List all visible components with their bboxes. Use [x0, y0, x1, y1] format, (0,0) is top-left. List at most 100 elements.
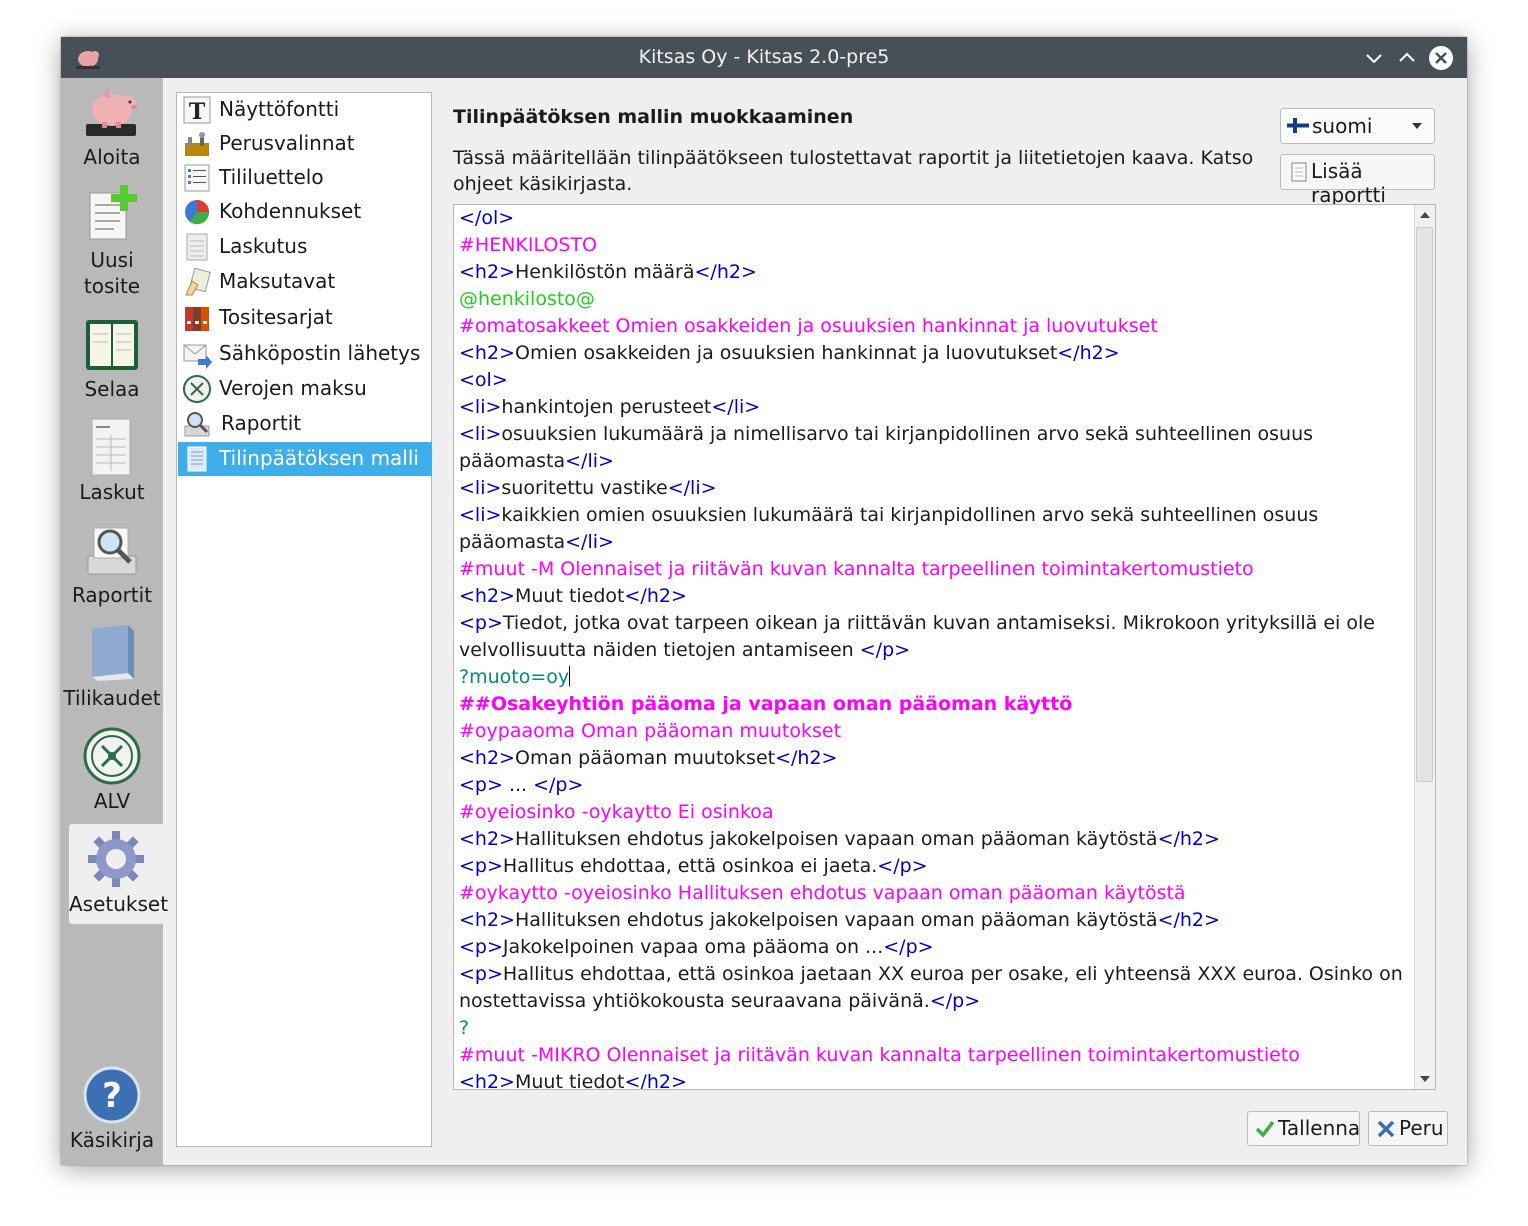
scroll-up-icon[interactable] [1418, 208, 1432, 222]
sidebar-item-alv[interactable]: ALV [61, 724, 163, 814]
editor-text[interactable]: </ol> #HENKILOSTO <h2>Henkilöstön määrä</h… [459, 205, 1409, 1090]
sidebar-item-label: Raportit [71, 583, 153, 607]
editor-line[interactable]: <h2>Muut tiedot</h2> [459, 583, 1409, 610]
sidebar-item-label: Asetukset [69, 892, 169, 916]
editor-line[interactable]: #omatosakkeet Omien osakkeiden ja osuuks… [459, 313, 1409, 340]
editor-line[interactable]: ?muoto=oy [459, 664, 1409, 691]
editor-line[interactable]: <h2>Oman pääoman muutokset</h2> [459, 745, 1409, 772]
editor-token: <p> [459, 774, 503, 796]
editor-line[interactable]: <li>suoritettu vastike</li> [459, 475, 1409, 502]
editor-token: <li> [459, 396, 502, 418]
editor-token: suoritettu vastike [501, 477, 668, 499]
language-select[interactable]: suomi [1280, 108, 1435, 144]
minimize-button[interactable] [1361, 45, 1387, 71]
template-editor[interactable]: </ol> #HENKILOSTO <h2>Henkilöstön määrä</h… [453, 204, 1436, 1090]
editor-line[interactable]: <li>kaikkien omien osuuksien lukumäärä t… [459, 502, 1409, 556]
sidebar-item-kasikirja[interactable]: ? Käsikirja [61, 1063, 163, 1153]
sidebar-item-uusi-tosite[interactable]: Uusi tosite [61, 183, 163, 299]
list-icon [184, 164, 210, 192]
editor-token: Jakokelpoinen vapaa oma pääoma on ... [502, 936, 884, 958]
settings-item-verojen-maksu[interactable]: Verojen maksu [178, 372, 432, 406]
editor-line[interactable]: #oyeiosinko -oykaytto Ei osinkoa [459, 799, 1409, 826]
settings-item-tilinpaatoksen-malli[interactable]: Tilinpäätöksen malli [178, 442, 432, 476]
document-icon [187, 446, 207, 472]
scrollbar-thumb[interactable] [1416, 227, 1433, 782]
editor-line[interactable]: <p>Hallitus ehdottaa, että osinkoa jaeta… [459, 961, 1409, 1015]
sidebar-item-selaa[interactable]: Selaa [61, 312, 163, 402]
sidebar-item-label: Laskut [79, 480, 145, 504]
editor-line[interactable]: ##Osakeyhtiön pääoma ja vapaan oman pääo… [459, 691, 1409, 718]
gear-icon [88, 831, 144, 887]
document-icon [1291, 162, 1307, 182]
editor-line[interactable]: ? [459, 1015, 1409, 1042]
language-value: suomi [1312, 114, 1373, 138]
sidebar-item-tilikaudet[interactable]: Tilikaudet [61, 621, 163, 711]
vertical-scrollbar[interactable] [1414, 205, 1435, 1089]
editor-line[interactable]: #oypaaoma Oman pääoman muutokset [459, 718, 1409, 745]
editor-line[interactable]: <li>hankintojen perusteet</li> [459, 394, 1409, 421]
sidebar-item-raportit[interactable]: Raportit [61, 518, 163, 608]
editor-line[interactable]: #oykaytto -oyeiosinko Hallituksen ehdotu… [459, 880, 1409, 907]
editor-line[interactable]: #muut -M Olennaiset ja riitävän kuvan ka… [459, 556, 1409, 583]
font-icon: T [183, 96, 211, 125]
editor-token: </h2> [1057, 342, 1120, 364]
settings-item-raportit[interactable]: Raportit [178, 407, 432, 441]
close-button[interactable] [1428, 45, 1454, 71]
sidebar-item-asetukset[interactable]: Asetukset [69, 824, 169, 924]
invoice-icon [91, 418, 131, 476]
editor-line[interactable]: <ol> [459, 367, 1409, 394]
settings-item-perusvalinnat[interactable]: Perusvalinnat [178, 127, 432, 161]
editor-token: Muut tiedot [514, 1071, 625, 1090]
editor-line[interactable]: <h2>Omien osakkeiden ja osuuksien hankin… [459, 340, 1409, 367]
editor-token: </p> [883, 936, 934, 958]
editor-line[interactable]: @henkilosto@ [459, 286, 1409, 313]
calendar-book-icon [86, 320, 138, 370]
editor-token: </li> [711, 396, 761, 418]
main-sidebar: Aloita Uusi tosite Selaa Laskut Raportit… [61, 78, 169, 1165]
sidebar-item-aloita[interactable]: Aloita [61, 80, 163, 170]
editor-token: <h2> [459, 828, 515, 850]
editor-line[interactable]: </ol> [459, 205, 1409, 232]
editor-line[interactable]: <p>Tiedot, jotka ovat tarpeen oikean ja … [459, 610, 1409, 664]
editor-token: hankintojen perusteet [501, 396, 712, 418]
settings-item-kohdennukset[interactable]: Kohdennukset [178, 195, 432, 229]
settings-item-maksutavat[interactable]: Maksutavat [178, 265, 432, 299]
piggy-bank-icon [86, 88, 137, 136]
editor-token: Oman pääoman muutokset [514, 747, 776, 769]
cancel-button[interactable]: Peru [1368, 1111, 1448, 1146]
pie-chart-icon [185, 200, 210, 225]
editor-line[interactable]: <p>Jakokelpoinen vapaa oma pääoma on ...… [459, 934, 1409, 961]
editor-line[interactable]: <p>Hallitus ehdottaa, että osinkoa ei ja… [459, 853, 1409, 880]
save-button[interactable]: Tallenna [1247, 1111, 1360, 1146]
editor-token: </li> [667, 477, 717, 499]
editor-line[interactable]: #muut -MIKRO Olennaiset ja riitävän kuva… [459, 1042, 1409, 1069]
editor-token: #oyeiosinko -oykaytto Ei osinkoa [459, 801, 774, 823]
editor-token: </p> [929, 990, 981, 1012]
editor-token: </li> [565, 450, 614, 472]
editor-token: <h2> [459, 585, 515, 607]
editor-line[interactable]: <li>osuuksien lukumäärä ja nimellisarvo … [459, 421, 1409, 475]
settings-item-tililuettelo[interactable]: Tililuettelo [178, 161, 432, 195]
settings-item-nayttofontti[interactable]: T Näyttöfontti [178, 93, 432, 127]
new-document-icon [89, 185, 137, 240]
editor-line[interactable]: <h2>Muut tiedot</h2> [459, 1069, 1409, 1090]
editor-line[interactable]: #HENKILOSTO [459, 232, 1409, 259]
editor-token: </p> [859, 639, 911, 661]
settings-item-tositesarjat[interactable]: Tositesarjat [178, 301, 432, 335]
page-title: Tilinpäätöksen mallin muokkaaminen [453, 106, 854, 128]
editor-line[interactable]: <h2>Hallituksen ehdotus jakokelpoisen va… [459, 826, 1409, 853]
editor-line[interactable]: <h2>Hallituksen ehdotus jakokelpoisen va… [459, 907, 1409, 934]
book-icon [92, 625, 134, 681]
settings-item-laskutus[interactable]: Laskutus [178, 230, 432, 264]
settings-item-sahkopostin-lahetys[interactable]: Sähköpostin lähetys [178, 337, 432, 371]
scroll-down-icon[interactable] [1418, 1072, 1432, 1086]
editor-line[interactable]: <h2>Henkilöstön määrä</h2> [459, 259, 1409, 286]
editor-line[interactable]: <p> ... </p> [459, 772, 1409, 799]
svg-text:?: ? [102, 1076, 122, 1116]
tax-icon [183, 375, 211, 403]
report-magnifier-icon [87, 527, 137, 575]
sidebar-item-laskut[interactable]: Laskut [61, 415, 163, 505]
maximize-button[interactable] [1394, 45, 1420, 71]
add-report-button[interactable]: Lisää raportti [1280, 154, 1435, 207]
editor-token: <li> [459, 423, 502, 445]
